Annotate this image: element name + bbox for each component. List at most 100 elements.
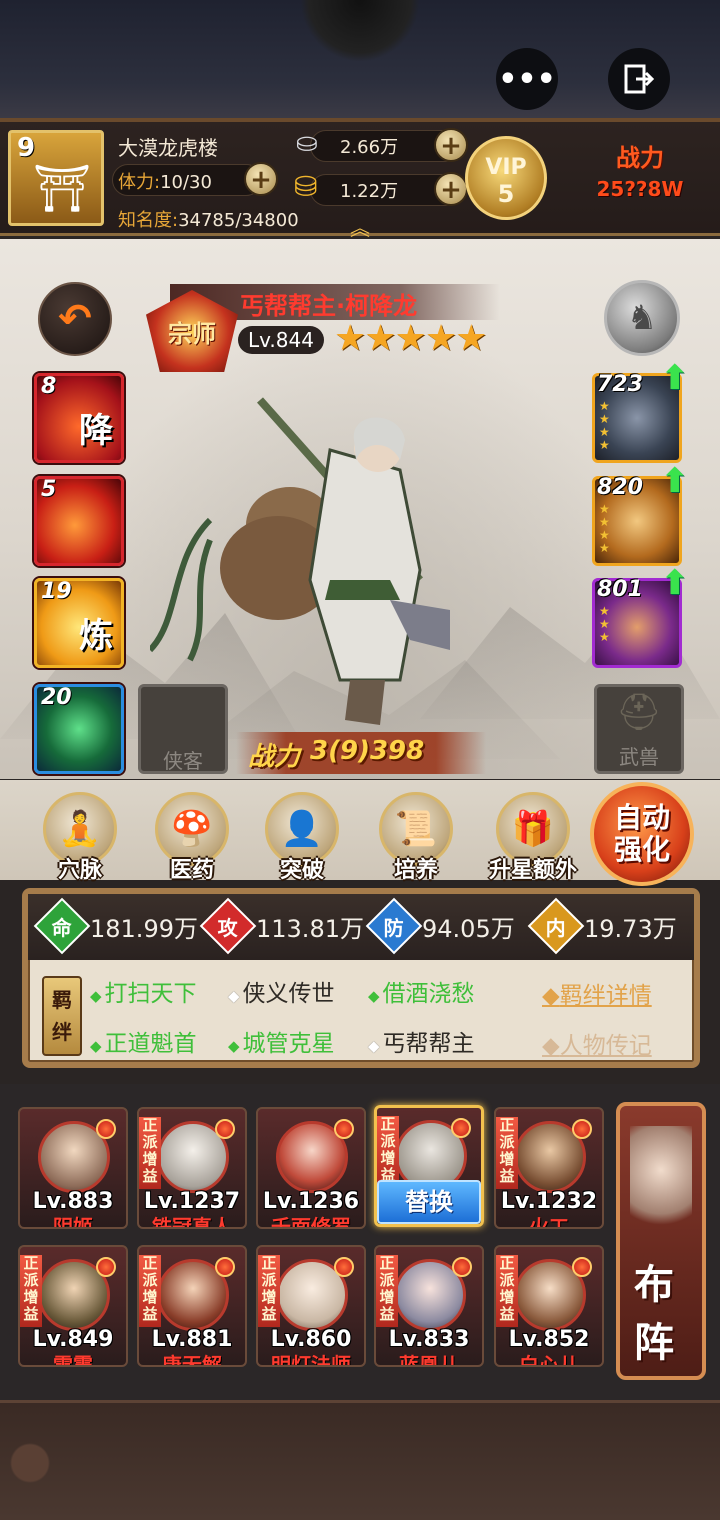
add-silver-button[interactable]: + (434, 128, 468, 162)
hero-card-name: 白心儿 (519, 1353, 579, 1367)
stamina-value: 10/30 (160, 172, 212, 193)
roster-hero-card[interactable]: 正派增益 Lv.881 唐无解 (137, 1245, 247, 1367)
stat-internal: 内 19.73万 (527, 897, 677, 955)
function-label: 突破 (279, 858, 324, 883)
faction-bonus-tag: 正派增益 (496, 1255, 518, 1327)
hero-power-label: 战力 (248, 742, 301, 772)
skill-slot-4[interactable]: 20 (34, 684, 124, 774)
faction-bonus-tag: 正派增益 (258, 1255, 280, 1327)
skill-slot-2[interactable]: 5 (34, 476, 124, 566)
medicine-button[interactable]: 🍄 医药 (142, 792, 242, 892)
notify-dot (572, 1257, 592, 1277)
roster-hero-card[interactable]: 正派增益 Lv.1237 铁冠真人 (137, 1107, 247, 1229)
equip-slot-weapon[interactable]: 723 ★ ★ ★ ★ ⬆ (592, 358, 689, 463)
equip-level: 801 (597, 577, 643, 602)
auto-enhance-button[interactable]: 自动强化 (590, 782, 694, 886)
formation-button[interactable]: 布阵 (616, 1102, 706, 1380)
equip-stars: ★ ★ ★ (599, 604, 610, 644)
add-gold-button[interactable]: + (434, 172, 468, 206)
silver-amount: 2.66万 (340, 137, 399, 158)
upgrade-arrow-icon: ⬆ (660, 358, 690, 398)
more-menu-button[interactable]: ••• (496, 48, 558, 110)
formation-label: 布阵 (634, 1262, 674, 1366)
expand-chevron-icon[interactable]: ︽ (350, 212, 370, 241)
hero-card-name: 雷震 (53, 1353, 93, 1367)
biography-link[interactable]: ◆人物传记 (542, 1026, 652, 1060)
add-stamina-button[interactable]: + (244, 162, 278, 196)
notify-dot (334, 1119, 354, 1139)
wushou-slot[interactable]: ⛑ 武兽 (594, 684, 684, 774)
hero-card-name: 阴姬 (53, 1215, 93, 1229)
vip-label: VIP (485, 155, 527, 180)
roster-hero-card[interactable]: 正派增益 Lv.1232 火工 (494, 1107, 604, 1229)
hero-character-art[interactable] (150, 380, 530, 740)
notify-dot (334, 1257, 354, 1277)
notify-dot (451, 1118, 471, 1138)
formation-portraits (630, 1126, 692, 1236)
function-label: 升星额外 (488, 858, 577, 883)
stamina-row: 体力:10/30 (118, 168, 212, 194)
hero-card-name: 蓝凰儿 (399, 1353, 459, 1367)
skill-level: 20 (41, 685, 72, 710)
roster-hero-card[interactable]: Lv.1236 千面修罗 (256, 1107, 366, 1229)
skill-slot-1[interactable]: 8 降 (34, 373, 124, 463)
hero-card-name: 火工 (529, 1215, 569, 1229)
back-button[interactable]: ↶ (38, 282, 112, 356)
function-label: 培养 (393, 858, 438, 883)
guild-emblem[interactable]: 9 ⛩ (8, 130, 104, 226)
skill-slot-3[interactable]: 19 炼 (34, 578, 124, 668)
total-power: 战力 25??8W (570, 138, 710, 218)
top-roof-banner: ••• (0, 0, 720, 122)
notify-dot (215, 1257, 235, 1277)
roster-hero-card[interactable]: Lv.883 阴姬 (18, 1107, 128, 1229)
acupoint-button[interactable]: 🧘 穴脉 (30, 792, 130, 892)
faction-bonus-tag: 正派增益 (377, 1116, 399, 1188)
xiake-label: 侠客 (163, 749, 203, 773)
notify-dot (96, 1257, 116, 1277)
gold-ingot-icon: ⛁ (294, 170, 318, 203)
hero-profile-button[interactable]: ♞ (604, 280, 680, 356)
stat-value: 94.05万 (422, 914, 515, 943)
faction-bonus-tag: 正派增益 (139, 1255, 161, 1327)
back-arrow-icon: ↶ (58, 296, 92, 342)
guild-level: 9 (17, 133, 36, 163)
hero-card-name: 铁冠真人 (152, 1215, 232, 1229)
total-power-label: 战力 (616, 144, 664, 172)
notify-dot (572, 1119, 592, 1139)
guild-name: 大漠龙虎楼 (118, 136, 218, 160)
breakthrough-button[interactable]: 👤 突破 (252, 792, 352, 892)
exit-icon (624, 64, 655, 94)
bond-item: 借酒浇愁 (368, 974, 475, 1008)
auto-enhance-label: 自动强化 (613, 801, 670, 866)
vip-badge[interactable]: VIP 5 (465, 136, 547, 220)
replace-button[interactable]: 替换 (377, 1180, 481, 1224)
figure-icon: ♞ (626, 298, 658, 338)
beast-icon: ⛑ (616, 692, 662, 733)
bottom-decoration (0, 1400, 720, 1520)
hero-card-name: 千面修罗 (271, 1215, 351, 1229)
stat-attack: 攻 113.81万 (199, 897, 364, 955)
cultivate-button[interactable]: 📜 培养 (366, 792, 466, 892)
roster-hero-card[interactable]: 正派增益 Lv.852 白心儿 (494, 1245, 604, 1367)
equip-slot-treasure[interactable]: 801 ★ ★ ★ ⬆ (592, 563, 689, 668)
hero-card-name: 明灯法师 (271, 1353, 351, 1367)
roster-hero-card[interactable]: 正派增益 Lv.860 明灯法师 (256, 1245, 366, 1367)
hero-power-value: 3(9)398 (310, 736, 425, 766)
equip-stars: ★ ★ ★ ★ (599, 399, 610, 452)
roster-hero-card[interactable]: 正派增益 Lv.833 蓝凰儿 (374, 1245, 484, 1367)
faction-bonus-tag: 正派增益 (496, 1117, 518, 1189)
internal-icon: 内 (527, 897, 585, 955)
exit-button[interactable] (608, 48, 670, 110)
star-extra-button[interactable]: 🎁 升星额外 (478, 792, 588, 892)
bond-details-link[interactable]: ◆羁绊详情 (542, 976, 652, 1010)
gold-amount: 1.22万 (340, 181, 399, 202)
stat-defense: 防 94.05万 (365, 897, 515, 955)
roster-hero-card-selected[interactable]: 正派增益 替换 (374, 1105, 484, 1227)
equip-slot-armor[interactable]: 820 ★ ★ ★ ★ ⬆ (592, 461, 689, 566)
stat-hp: 命 181.99万 (33, 897, 198, 955)
total-power-value: 25??8W (596, 177, 684, 201)
skill-glyph: 降 (79, 411, 113, 451)
hero-title: 丐帮帮主·柯降龙 (240, 292, 418, 320)
roster-hero-card[interactable]: 正派增益 Lv.849 雷震 (18, 1245, 128, 1367)
equip-stars: ★ ★ ★ ★ (599, 502, 610, 555)
